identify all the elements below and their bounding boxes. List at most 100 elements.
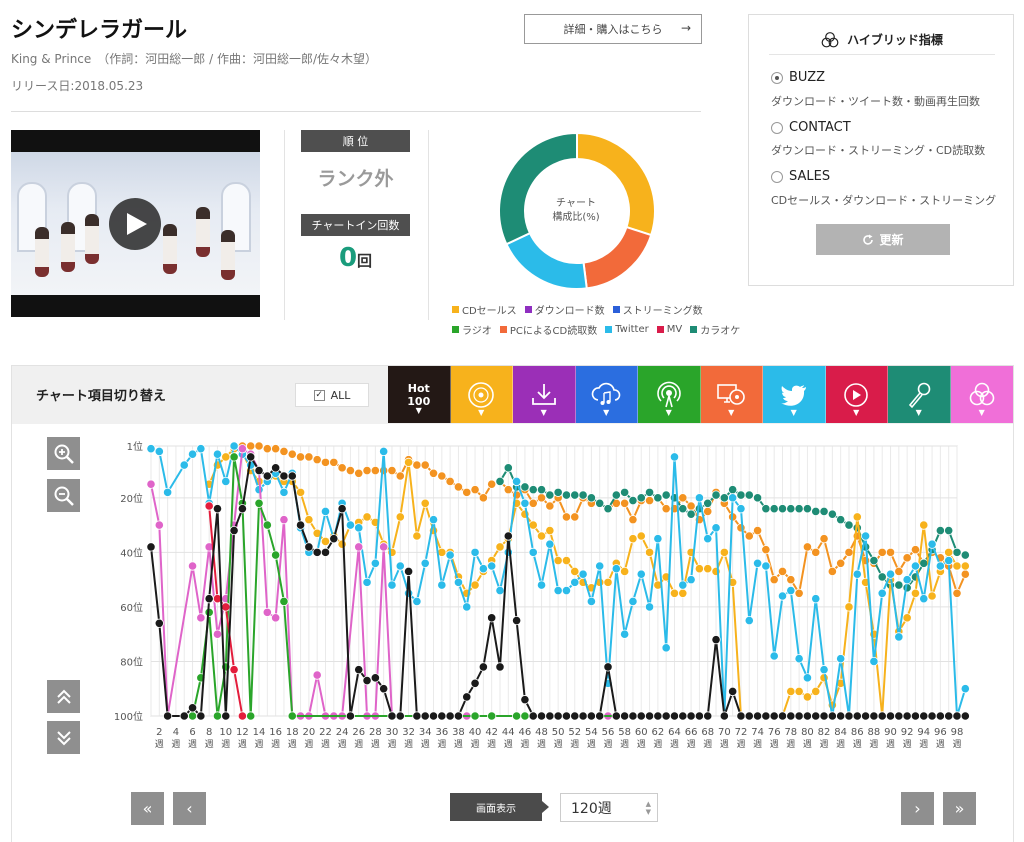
release-date: リリース日:2018.05.23 [11,79,144,93]
zoom-out-button[interactable] [47,479,80,512]
chevron-down-icon: ▼ [478,408,485,417]
data-point [736,711,746,721]
legend-swatch [656,326,664,333]
all-checkbox[interactable]: ✓ ALL [295,383,369,407]
data-point [379,465,389,476]
first-page-button[interactable]: « [131,792,164,825]
data-point [794,588,804,598]
data-point [885,569,896,579]
data-point [212,504,223,514]
data-point [769,711,779,721]
data-point [196,613,206,623]
data-point [686,575,696,585]
radio-icon[interactable] [771,121,783,134]
hybrid-option-sales[interactable]: SALES [771,169,830,184]
scroll-up-button[interactable] [47,680,80,713]
data-point [420,460,430,470]
checkbox-check-icon[interactable]: ✓ [313,389,325,401]
chart-category-tabs: Hot 100 ▼ ▼ ▼ ▼ ▼ ▼ ▼ ▼ ▼ ▼ [388,366,1013,423]
data-point [536,580,547,590]
tab-mv[interactable]: ▼ [825,366,888,423]
data-point [528,711,538,721]
data-point [794,686,804,697]
data-point [453,482,464,492]
data-point [395,471,405,481]
data-point [819,534,829,544]
tab-cd-sales[interactable]: ▼ [450,366,513,423]
legend-item: ダウンロード数 [524,302,605,317]
data-point [204,594,214,604]
legend-label: Twitter [615,324,649,335]
thumbnail-dancer [85,214,99,264]
data-point [254,498,264,508]
prev-page-button[interactable]: ‹ [173,792,206,825]
radio-icon[interactable] [771,170,783,183]
data-point [811,547,821,557]
x-tick-unit: 週 [155,739,164,750]
tab-pc-cd-read[interactable]: ▼ [700,366,763,423]
chart-in-count-label: チャートイン回数 [301,214,410,236]
zoom-in-button[interactable] [47,437,80,470]
spinner-arrows-icon[interactable]: ▲ ▼ [646,800,651,816]
data-point [802,542,813,552]
hybrid-icon [821,31,839,47]
data-point [495,662,505,672]
data-point [902,553,912,563]
tab-hybrid[interactable]: ▼ [950,366,1013,423]
buy-details-button[interactable]: 詳細・購入はこちら → [524,14,702,44]
data-point [462,487,472,497]
x-tick-label: 26 [352,727,365,738]
data-point [586,711,596,721]
x-tick-label: 38 [452,727,465,738]
x-tick-unit: 週 [919,739,928,750]
hybrid-option-contact[interactable]: CONTACT [771,120,851,135]
data-point [786,585,796,596]
data-point [694,711,705,721]
tab-twitter[interactable]: ▼ [763,366,826,423]
x-tick-label: 66 [685,727,698,738]
hybrid-option-buzz[interactable]: BUZZ [771,70,825,85]
x-tick-label: 46 [519,727,532,738]
data-point [628,515,638,525]
chevron-down-icon: ▼ [728,408,735,417]
data-point [927,539,937,549]
rank-value: ランク外 [317,168,394,190]
data-point [752,525,763,536]
data-point [279,515,289,525]
data-point [910,545,921,555]
last-page-button[interactable]: » [943,792,976,825]
next-page-button[interactable]: › [901,792,934,825]
data-point [944,547,954,557]
chevron-left-icon: ‹ [186,799,193,818]
data-point [794,504,804,514]
data-point [379,684,389,694]
radio-selected-icon[interactable] [771,71,783,84]
data-point [819,665,829,675]
data-point [337,504,347,514]
x-tick-label: 60 [635,727,648,738]
tab-radio[interactable]: ▼ [638,366,701,423]
x-tick-unit: 週 [487,739,496,750]
data-point [262,520,272,530]
data-point [295,520,306,530]
x-tick-label: 62 [651,727,664,738]
x-tick-unit: 週 [304,739,313,750]
play-icon[interactable] [109,198,161,250]
video-player[interactable] [11,130,260,317]
tab-streaming[interactable]: ▼ [575,366,638,423]
data-point [644,547,655,557]
tab-karaoke[interactable]: ▼ [888,366,951,423]
data-point [644,487,655,497]
data-point [728,485,738,495]
scroll-down-button[interactable] [47,721,80,754]
data-point [254,441,264,451]
data-point [885,547,896,557]
data-point [836,654,846,664]
tab-hot100[interactable]: Hot 100 ▼ [388,366,451,423]
data-point [877,547,887,557]
data-point [952,588,962,598]
tab-download[interactable]: ▼ [513,366,576,423]
refresh-button[interactable]: 更新 [816,224,950,255]
thumbnail-dancer [163,224,177,274]
display-range-select[interactable]: 120週 ▲ ▼ [560,793,658,822]
